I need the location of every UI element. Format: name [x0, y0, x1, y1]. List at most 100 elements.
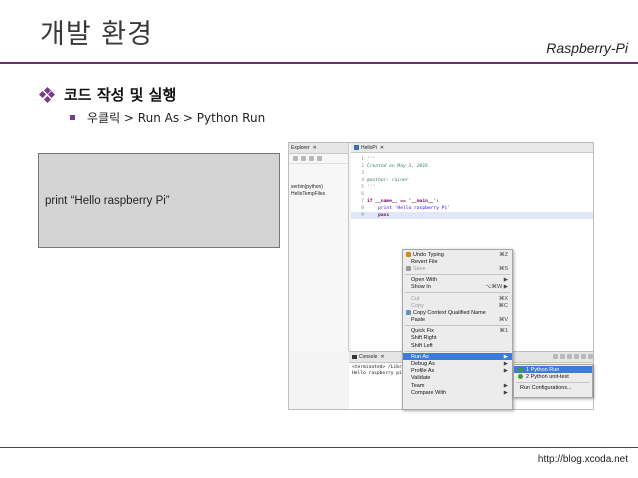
menu-item-label: Run As: [411, 353, 429, 360]
code-text: if __name__ == '__main__':: [367, 199, 439, 204]
tree-item[interactable]: serbin(python): [289, 184, 348, 191]
menu-item-label: Cut: [411, 295, 420, 302]
menu-item-shortcut: ▶: [503, 277, 508, 284]
menu-item-copy-context-qualified-name[interactable]: Copy Context Qualified Name: [403, 309, 512, 316]
menu-item-compare-with[interactable]: Compare With ▶: [403, 389, 512, 396]
menu-item-debug-as[interactable]: Debug As ▶: [403, 360, 512, 367]
run-as-submenu: 1 Python Run 2 Python unit-test Run Config…: [513, 364, 593, 398]
menu-item-cut[interactable]: Cut ⌘X: [403, 295, 512, 302]
menu-item-shortcut: ▶: [503, 361, 508, 368]
menu-item-quick-fix[interactable]: Quick Fix ⌘1: [403, 328, 512, 335]
bullet-level1: 코드 작성 및 실행: [38, 84, 176, 105]
tree-item[interactable]: HelloTempFiles: [289, 191, 348, 198]
code-line[interactable]: 5 ''': [351, 184, 593, 191]
run-configurations-label: Run Configurations...: [520, 384, 572, 391]
menu-item-paste[interactable]: Paste ⌘V: [403, 317, 512, 324]
line-number: 2: [361, 164, 364, 169]
scroll-lock-icon[interactable]: [574, 354, 579, 359]
menu-separator: [405, 325, 510, 327]
code-lines[interactable]: 1 ''' 2 Created on May 3, 2016 3 4 @author: ra…: [351, 153, 593, 219]
console-icon: [352, 355, 357, 359]
terminate-icon[interactable]: [553, 354, 558, 359]
menu-separator: [516, 381, 590, 383]
line-number: 3: [361, 171, 364, 176]
menu-item-show-in[interactable]: Show In ⌥⌘W ▶: [403, 284, 512, 291]
code-text: ''': [367, 157, 376, 162]
menu-item-shift-left[interactable]: Shift Left: [403, 342, 512, 349]
code-line[interactable]: 3: [351, 170, 593, 177]
menu-item-shortcut: ⌘Z: [499, 251, 508, 258]
menu-item-label: Quick Fix: [411, 328, 434, 335]
line-number: 9: [361, 213, 364, 218]
line-number: 7: [361, 199, 364, 204]
slide-title: 개발 환경: [40, 19, 153, 50]
display-console-icon[interactable]: [588, 354, 593, 359]
square-bullet-icon: [70, 115, 75, 120]
menu-item-profile-as[interactable]: Profile As ▶: [403, 368, 512, 375]
collapse-icon[interactable]: [293, 156, 298, 161]
menu-item-label: Copy: [411, 302, 424, 309]
menu-item-shortcut: ⌘S: [498, 265, 508, 272]
menu-item-open-with[interactable]: Open With ▶: [403, 277, 512, 284]
menu-item-label: Profile As: [411, 368, 435, 375]
menu-item-run-as[interactable]: Run As ▶: [403, 353, 512, 361]
submenu-item-label: 1 Python Run: [526, 366, 560, 373]
menu-item-undo-typing[interactable]: Undo Typing ⌘Z: [403, 251, 512, 258]
code-line[interactable]: 1 ''': [351, 156, 593, 163]
python-file-icon: [354, 145, 359, 150]
code-line[interactable]: 4 @author: rainer: [351, 177, 593, 184]
menu-item-label: Open With: [411, 277, 437, 284]
menu-item-label: Team: [411, 382, 425, 389]
menu-item-copy[interactable]: Copy ⌘C: [403, 302, 512, 309]
console-toolbar: [553, 354, 593, 359]
editor-tab-hellopi[interactable]: HelloPi ✕: [351, 143, 593, 153]
menu-item-label: Compare With: [411, 389, 447, 396]
menu-item-save[interactable]: Save ⌘S: [403, 265, 512, 272]
code-text: @author: rainer: [367, 178, 409, 183]
menu-item-shortcut: ⌘X: [498, 295, 508, 302]
menu-item-shortcut: ⌥⌘W ▶: [485, 284, 508, 291]
menu-icon[interactable]: [317, 156, 322, 161]
code-example-text: print “Hello raspberry Pi”: [45, 194, 170, 207]
menu-item-shift-right[interactable]: Shift Right: [403, 335, 512, 342]
bullet-level2-text: 우클릭 > Run As > Python Run: [87, 111, 266, 125]
undo-icon: [406, 252, 411, 258]
title-divider: [0, 62, 638, 64]
close-icon[interactable]: ✕: [380, 145, 384, 151]
submenu-item-label: 2 Python unit-test: [526, 373, 569, 380]
code-example-box: print “Hello raspberry Pi”: [38, 153, 280, 248]
run-configurations-item[interactable]: Run Configurations...: [514, 384, 592, 391]
menu-item-label: Undo Typing: [413, 251, 444, 258]
explorer-tree: serbin(python) HelloTempFiles: [289, 184, 348, 198]
filter-icon[interactable]: [309, 156, 314, 161]
menu-item-label: Show In: [411, 284, 431, 291]
code-line[interactable]: 8 print 'Hello raspberry Pi': [351, 205, 593, 212]
menu-item-team[interactable]: Team ▶: [403, 382, 512, 389]
code-line[interactable]: 6: [351, 191, 593, 198]
menu-item-revert-file[interactable]: Revert File: [403, 258, 512, 265]
menu-item-shortcut: ⌘V: [498, 317, 508, 324]
menu-item-label: Debug As: [411, 361, 435, 368]
submenu-item-2-python-unit-test[interactable]: 2 Python unit-test: [514, 373, 592, 380]
menu-item-shortcut: ▶: [503, 389, 508, 396]
explorer-panel: Explorer ✕ serbin(python) HelloTempFiles: [289, 143, 349, 351]
menu-item-label: Shift Right: [411, 335, 437, 342]
clear-console-icon[interactable]: [567, 354, 572, 359]
pin-icon[interactable]: [581, 354, 586, 359]
code-line[interactable]: 2 Created on May 3, 2016: [351, 163, 593, 170]
code-line[interactable]: 7 if __name__ == '__main__':: [351, 198, 593, 205]
close-icon[interactable]: ✕: [313, 145, 317, 151]
explorer-tab[interactable]: Explorer ✕: [289, 143, 348, 154]
code-line[interactable]: 9 pass: [351, 212, 593, 219]
remove-launch-icon[interactable]: [560, 354, 565, 359]
link-icon[interactable]: [301, 156, 306, 161]
brand-label: Raspberry-Pi: [546, 40, 628, 56]
code-text: pass: [367, 213, 390, 218]
menu-item-shortcut: ▶: [503, 368, 508, 375]
menu-separator: [405, 292, 510, 294]
menu-item-validate[interactable]: Validate: [403, 375, 512, 382]
save-icon: [406, 266, 411, 272]
submenu-item-1-python-run[interactable]: 1 Python Run: [514, 366, 592, 374]
menu-item-label: Copy Context Qualified Name: [413, 309, 486, 316]
close-icon[interactable]: ✕: [380, 354, 384, 360]
